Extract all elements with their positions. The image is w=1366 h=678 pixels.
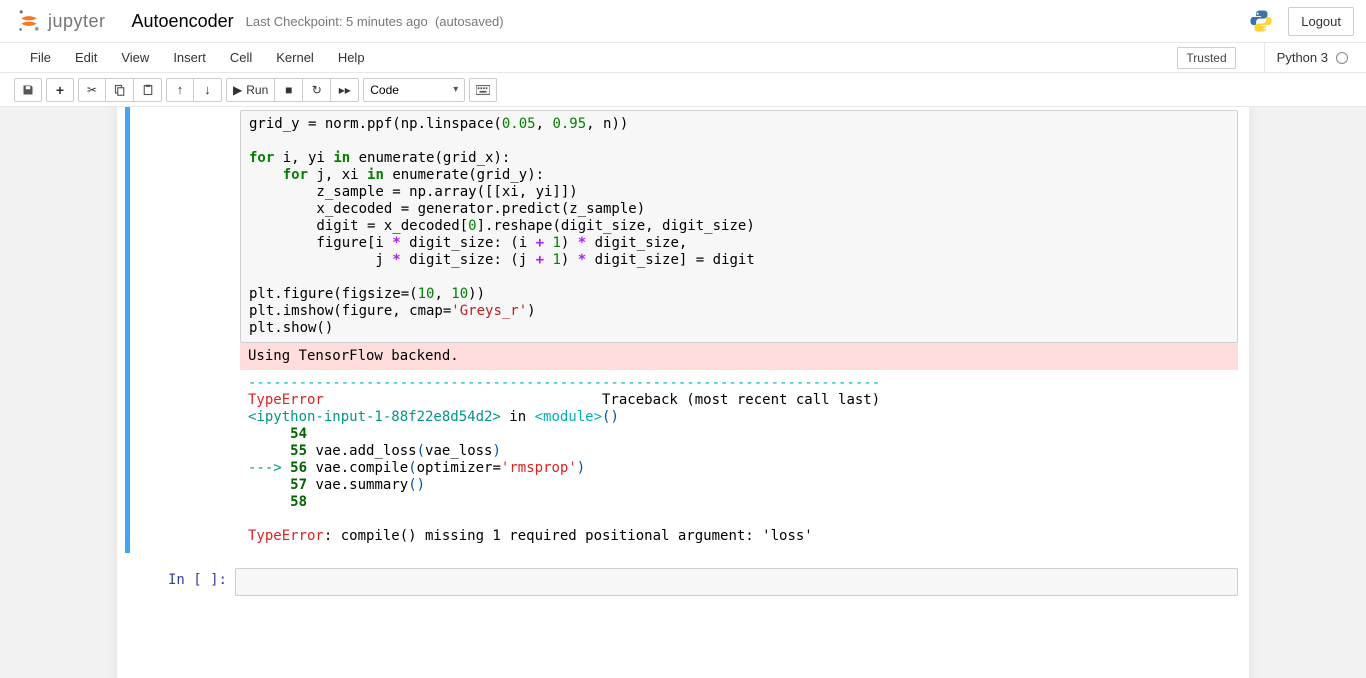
add-cell-button[interactable]: + [46,78,74,102]
jupyter-logo[interactable]: jupyter [16,8,106,34]
save-button[interactable] [14,78,42,102]
menu-kernel[interactable]: Kernel [264,43,326,73]
notebook-name[interactable]: Autoencoder [126,9,240,34]
cut-button[interactable]: ✂ [78,78,106,102]
kernel-status-icon [1336,52,1348,64]
code-text: grid_y = norm.ppf(np.linspace(0.05, 0.95… [241,111,1237,342]
cell-type-select[interactable]: Code [363,78,465,102]
run-button[interactable]: ▶Run [226,78,275,102]
restart-button[interactable]: ↻ [303,78,331,102]
menu-file[interactable]: File [18,43,63,73]
python-icon [1248,8,1274,34]
arrow-up-icon: ↑ [177,82,184,97]
copy-button[interactable] [106,78,134,102]
restart-run-button[interactable]: ▸▸ [331,78,359,102]
code-cell-1[interactable]: grid_y = norm.ppf(np.linspace(0.05, 0.95… [125,107,1241,553]
save-icon [22,84,34,96]
code-cell-2[interactable]: In [ ]: [125,565,1241,599]
menubar: File Edit View Insert Cell Kernel Help T… [0,43,1366,73]
logo-text: jupyter [48,11,106,32]
move-down-button[interactable]: ↓ [194,78,222,102]
move-up-button[interactable]: ↑ [166,78,194,102]
cut-icon: ✂ [87,83,97,97]
code-input-area[interactable]: grid_y = norm.ppf(np.linspace(0.05, 0.95… [240,110,1238,343]
menu-cell[interactable]: Cell [218,43,264,73]
output-traceback: ----------------------------------------… [240,370,1238,550]
run-icon: ▶ [233,83,242,97]
copy-icon [114,84,126,96]
header: jupyter Autoencoder Last Checkpoint: 5 m… [0,0,1366,43]
toolbar: + ✂ ↑ ↓ ▶Run ■ ↻ ▸▸ Code [0,73,1366,107]
trusted-indicator[interactable]: Trusted [1177,47,1235,69]
stop-button[interactable]: ■ [275,78,303,102]
command-palette-button[interactable] [469,78,497,102]
cell-prompt [130,110,240,550]
menu-edit[interactable]: Edit [63,43,109,73]
output-stderr: Using TensorFlow backend. [240,343,1238,370]
restart-icon: ↻ [312,83,322,97]
menu-view[interactable]: View [109,43,161,73]
logout-button[interactable]: Logout [1288,7,1354,36]
jupyter-icon [16,8,42,34]
kernel-indicator[interactable]: Python 3 [1264,43,1348,73]
kernel-name: Python 3 [1277,50,1328,65]
checkpoint-status: Last Checkpoint: 5 minutes ago (autosave… [246,14,504,29]
menu-help[interactable]: Help [326,43,377,73]
paste-icon [142,84,154,96]
stop-icon: ■ [285,83,292,97]
cell-prompt: In [ ]: [125,568,235,596]
menu-insert[interactable]: Insert [161,43,218,73]
code-input-area[interactable] [235,568,1238,596]
plus-icon: + [56,82,64,98]
arrow-down-icon: ↓ [204,82,211,97]
paste-button[interactable] [134,78,162,102]
notebook-container: grid_y = norm.ppf(np.linspace(0.05, 0.95… [117,107,1249,678]
notebook-scroll[interactable]: grid_y = norm.ppf(np.linspace(0.05, 0.95… [0,107,1366,678]
fast-forward-icon: ▸▸ [339,83,351,97]
keyboard-icon [476,85,490,95]
